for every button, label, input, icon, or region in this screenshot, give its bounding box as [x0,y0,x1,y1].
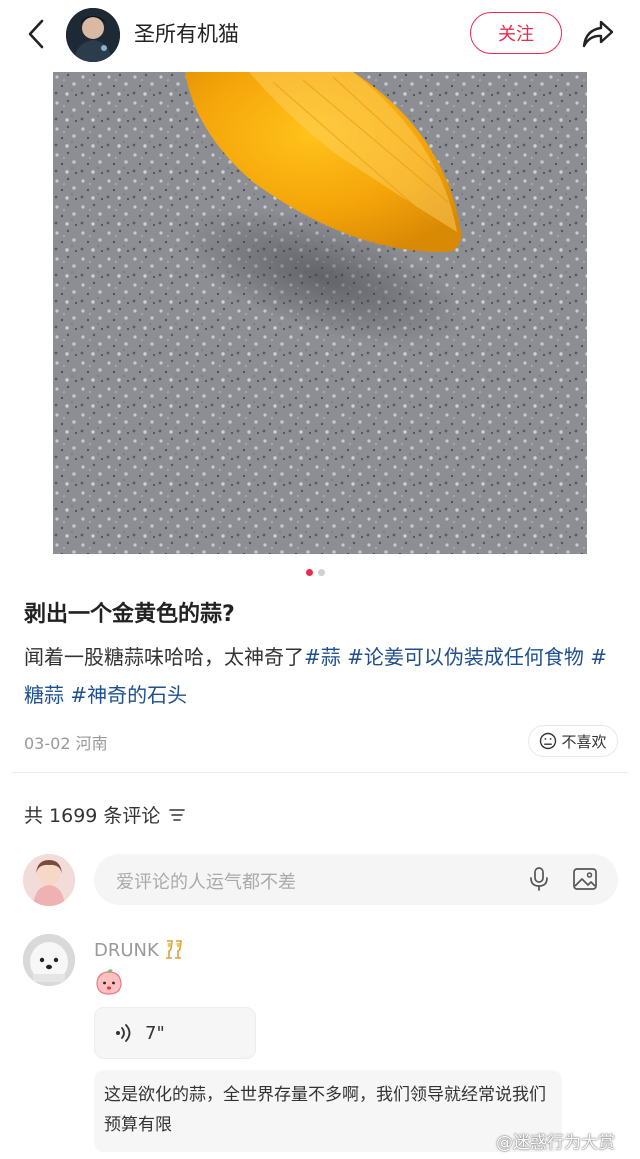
my-avatar[interactable] [23,854,75,906]
hashtag-garlic[interactable]: #蒜 [304,645,341,669]
comment-input-placeholder: 爱评论的人运气都不差 [116,872,296,893]
post-body-text: 闻着一股糖蒜味哈哈，太神奇了 [24,645,304,669]
commenter-avatar[interactable] [23,934,75,986]
sound-wave-icon [116,1024,131,1042]
commenter-username: DRUNK [94,939,159,961]
watermark-text: @迷惑行为大赏 [496,1133,615,1153]
peach-emoji-icon [94,968,124,1000]
follow-button[interactable]: 关注 [470,12,562,54]
back-button[interactable] [18,16,54,52]
author-name[interactable]: 圣所有机猫 [134,18,239,48]
carousel-dot [318,569,325,576]
comment-count: 共 1699 条评论 [24,801,186,828]
chevron-left-icon [28,19,44,49]
post-photo[interactable] [53,72,587,554]
post-location: 河南 [75,734,108,753]
comment-input[interactable]: 爱评论的人运气都不差 [94,854,618,905]
microphone-icon[interactable] [528,866,550,896]
post-meta: 03-02 河南 [24,730,108,754]
share-icon [582,20,614,48]
top-bar: 圣所有机猫 关注 [0,0,640,68]
hashtag-ginger-disguise[interactable]: #论姜可以伪装成任何食物 [347,645,584,669]
voice-duration: 7" [145,1022,165,1044]
carousel-dot-active [306,569,313,576]
dislike-button[interactable]: 不喜欢 [528,725,618,757]
section-divider [12,772,628,773]
post-body: 闻着一股糖蒜味哈哈，太神奇了#蒜 #论姜可以伪装成任何食物 #糖蒜 #神奇的石头 [24,638,620,714]
post-date: 03-02 [24,734,71,753]
share-button[interactable] [578,14,618,54]
quoted-reply: 这是欲化的蒜，全世界存量不多啊，我们领导就经常说我们预算有限 [94,1070,562,1152]
commenter-name[interactable]: DRUNK [94,939,185,961]
comment-count-label: 共 1699 条评论 [24,805,161,827]
frown-face-icon [540,732,557,750]
image-picker-icon[interactable] [572,866,598,896]
sort-icon[interactable] [168,808,186,822]
watermark: @迷惑行为大赏 [496,1128,615,1153]
champagne-icon [165,940,182,959]
voice-message[interactable]: 7" [94,1007,256,1059]
post-title: 剥出一个金黄色的蒜? [24,602,235,627]
dislike-label: 不喜欢 [561,732,607,751]
author-avatar[interactable] [66,8,120,62]
hashtag-magic-stone[interactable]: #神奇的石头 [70,683,187,707]
carousel-indicator [306,569,325,576]
